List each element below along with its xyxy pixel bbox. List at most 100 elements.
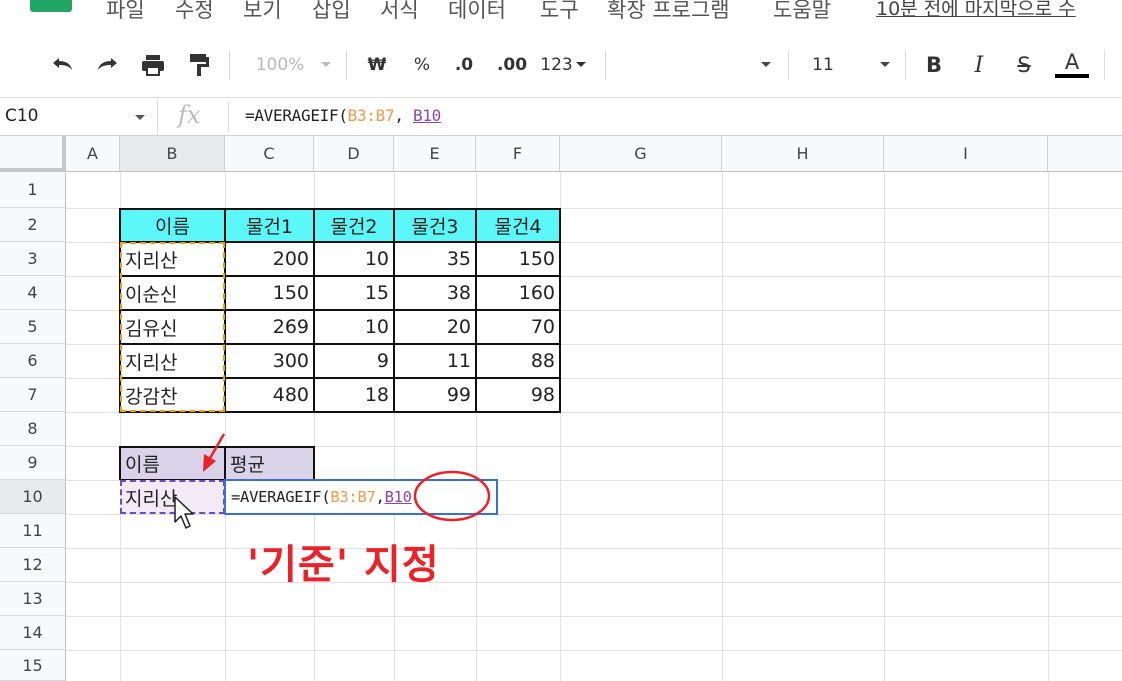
table-cell[interactable]: 150 [476, 242, 560, 276]
table-header-item4[interactable]: 물건4 [476, 208, 560, 242]
table-header-name[interactable]: 이름 [120, 208, 225, 242]
menu-help[interactable]: 도움말 [773, 0, 831, 24]
redo-button[interactable] [92, 50, 124, 80]
column-header-g[interactable]: G [560, 136, 722, 172]
italic-button[interactable]: I [965, 50, 993, 80]
font-size-value: 11 [812, 55, 834, 75]
column-header-f[interactable]: F [476, 136, 560, 172]
column-header-e[interactable]: E [394, 136, 476, 172]
decrease-decimal-button[interactable]: .0 [447, 50, 481, 80]
print-icon [142, 55, 164, 76]
row-header-10[interactable]: 10 [0, 480, 66, 514]
table-cell[interactable]: 99 [394, 378, 476, 412]
table-cell[interactable]: 300 [225, 344, 314, 378]
sheets-logo-icon[interactable] [30, 0, 72, 12]
row-header-2[interactable]: 2 [0, 208, 66, 242]
formula-cell[interactable]: =AVERAGEIF(B3:B7, B10 [226, 481, 496, 513]
zoom-value: 100% [255, 55, 305, 75]
row-header-9[interactable]: 9 [0, 446, 66, 480]
row-header-15[interactable]: 15 [0, 650, 66, 681]
bold-button[interactable]: B [920, 50, 948, 80]
table-header-item3[interactable]: 물건3 [394, 208, 476, 242]
font-family-dropdown[interactable] [758, 50, 774, 80]
table-cell-name[interactable]: 지리산 [120, 344, 225, 378]
number-format-button[interactable]: 123 [538, 50, 588, 80]
summary-header-name[interactable]: 이름 [120, 446, 225, 480]
undo-button[interactable] [46, 50, 78, 80]
currency-format-button[interactable]: ₩ [362, 50, 392, 80]
table-cell-name[interactable]: 김유신 [120, 310, 225, 344]
menu-tools[interactable]: 도구 [540, 0, 579, 24]
menu-edit[interactable]: 수정 [175, 0, 214, 24]
column-header-i[interactable]: I [884, 136, 1048, 172]
table-cell[interactable]: 35 [394, 242, 476, 276]
menu-data[interactable]: 데이터 [448, 0, 506, 24]
row-header-12[interactable]: 12 [0, 548, 66, 582]
print-button[interactable] [137, 50, 169, 80]
row-header-5[interactable]: 5 [0, 310, 66, 344]
table-cell[interactable]: 160 [476, 276, 560, 310]
font-size-input[interactable]: 11 [808, 50, 838, 80]
select-all-corner[interactable] [0, 136, 66, 172]
row-header-6[interactable]: 6 [0, 344, 66, 378]
row-header-3[interactable]: 3 [0, 242, 66, 276]
criteria-cell[interactable]: 지리산 [120, 480, 225, 514]
row-header-14[interactable]: 14 [0, 616, 66, 650]
increase-decimal-button[interactable]: .00 [493, 50, 531, 80]
column-header-a[interactable]: A [66, 136, 120, 172]
column-header-h[interactable]: H [722, 136, 884, 172]
row-header-4[interactable]: 4 [0, 276, 66, 310]
table-cell[interactable]: 150 [225, 276, 314, 310]
column-header-next[interactable] [1048, 136, 1122, 172]
table-cell[interactable]: 88 [476, 344, 560, 378]
zoom-select[interactable]: 100% [250, 50, 310, 80]
text-color-label: A [1064, 50, 1080, 74]
last-edit-link[interactable]: 10분 전에 마지막으로 수 [876, 0, 1076, 21]
formula-criteria-ref: B10 [413, 106, 442, 125]
column-header-b[interactable]: B [120, 136, 225, 172]
column-header-c[interactable]: C [225, 136, 314, 172]
table-cell[interactable]: 11 [394, 344, 476, 378]
menu-format[interactable]: 서식 [380, 0, 419, 24]
row-header-1[interactable]: 1 [0, 172, 66, 208]
menu-insert[interactable]: 삽입 [312, 0, 351, 24]
table-cell-name[interactable]: 지리산 [120, 242, 225, 276]
paint-format-button[interactable] [183, 50, 215, 80]
strikethrough-button[interactable]: S [1010, 50, 1038, 80]
formula-prefix: =AVERAGEIF( [245, 106, 348, 125]
chevron-down-icon[interactable] [318, 50, 334, 80]
table-cell[interactable]: 480 [225, 378, 314, 412]
row-header-7[interactable]: 7 [0, 378, 66, 412]
column-header-d[interactable]: D [314, 136, 394, 172]
table-cell[interactable]: 10 [314, 310, 394, 344]
table-cell[interactable]: 38 [394, 276, 476, 310]
table-header-item1[interactable]: 물건1 [225, 208, 314, 242]
table-cell[interactable]: 200 [225, 242, 314, 276]
table-cell[interactable]: 269 [225, 310, 314, 344]
chevron-down-icon [761, 62, 771, 67]
row-header-13[interactable]: 13 [0, 582, 66, 616]
table-cell[interactable]: 98 [476, 378, 560, 412]
table-cell[interactable]: 70 [476, 310, 560, 344]
text-color-button[interactable]: A [1055, 50, 1089, 80]
table-cell[interactable]: 18 [314, 378, 394, 412]
table-cell[interactable]: 15 [314, 276, 394, 310]
formula-input[interactable]: =AVERAGEIF(B3:B7, B10 [245, 106, 441, 125]
table-header-item2[interactable]: 물건2 [314, 208, 394, 242]
font-size-dropdown[interactable] [877, 50, 893, 80]
chevron-down-icon[interactable] [135, 115, 145, 120]
row-header-11[interactable]: 11 [0, 514, 66, 548]
summary-header-avg[interactable]: 평균 [225, 446, 314, 480]
table-cell[interactable]: 20 [394, 310, 476, 344]
row-header-8[interactable]: 8 [0, 412, 66, 446]
table-cell[interactable]: 9 [314, 344, 394, 378]
table-cell[interactable]: 10 [314, 242, 394, 276]
table-cell-name[interactable]: 강감찬 [120, 378, 225, 412]
menu-extensions[interactable]: 확장 프로그램 [607, 0, 730, 24]
chevron-down-icon [880, 62, 890, 67]
menu-bar: 파일 수정 보기 삽입 서식 데이터 도구 확장 프로그램 도움말 10분 전에… [0, 0, 1122, 32]
menu-file[interactable]: 파일 [106, 0, 145, 24]
table-cell-name[interactable]: 이순신 [120, 276, 225, 310]
percent-format-button[interactable]: % [407, 50, 437, 80]
menu-view[interactable]: 보기 [243, 0, 282, 24]
